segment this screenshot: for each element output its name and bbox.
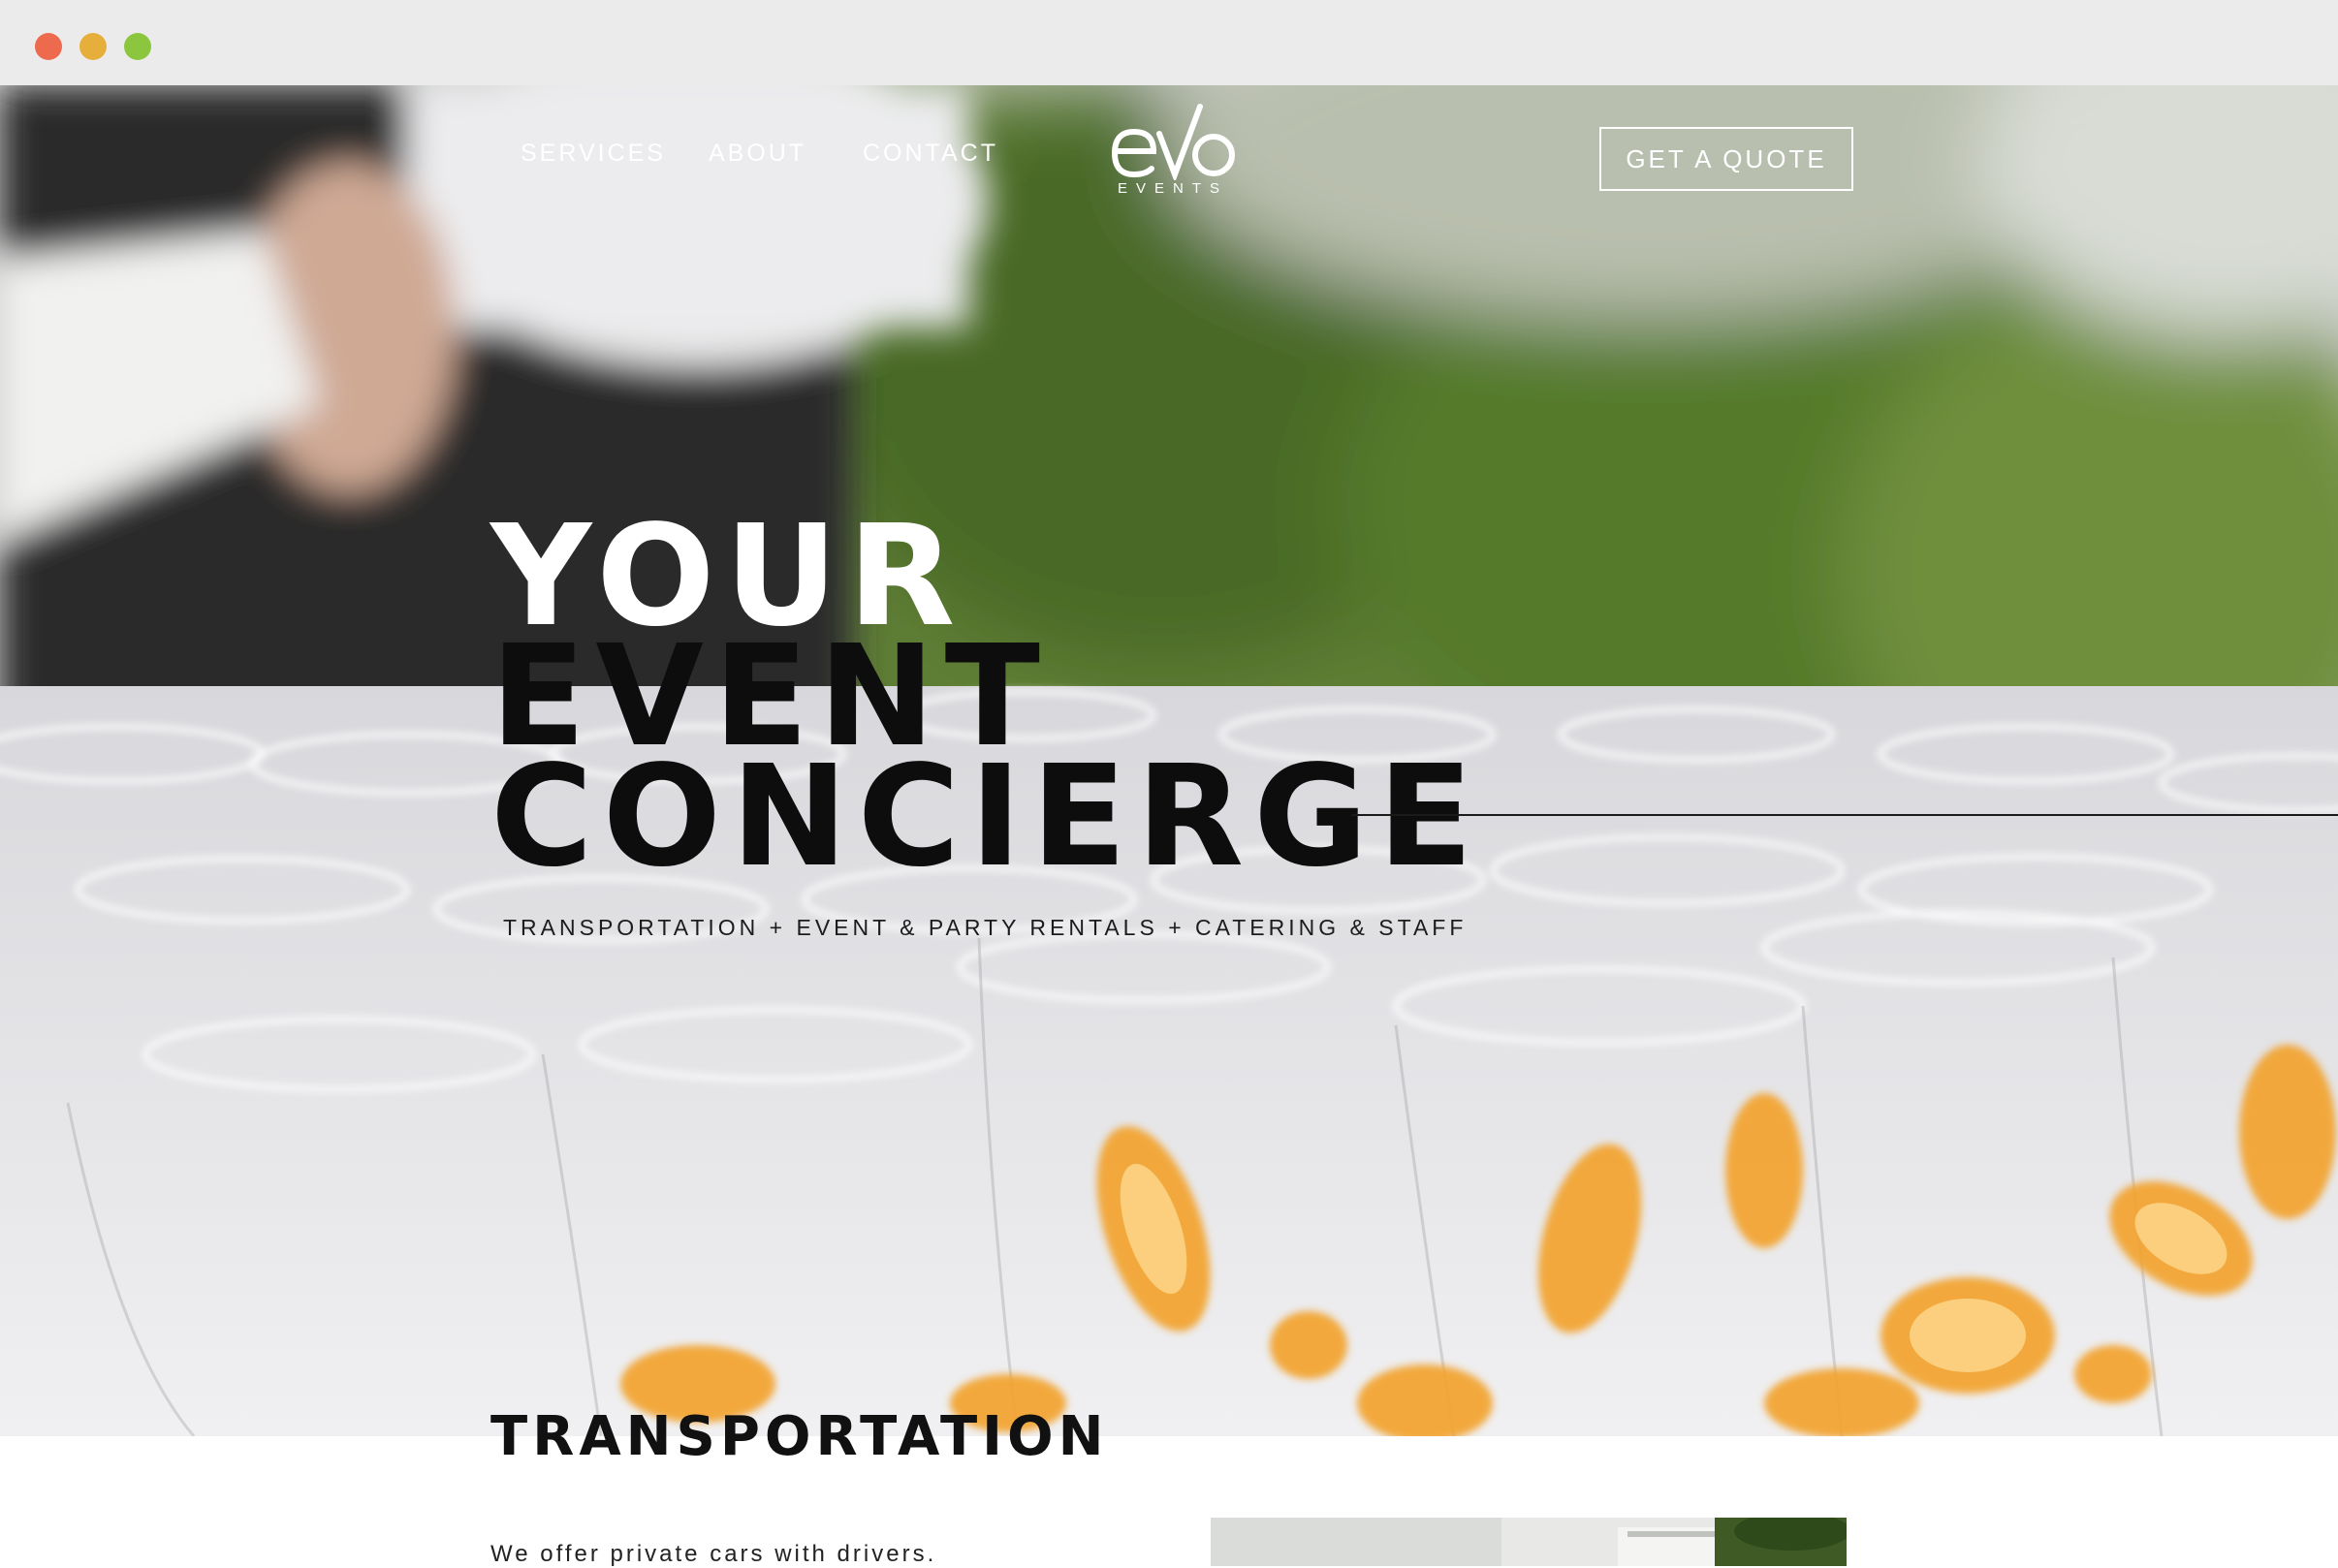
minimize-window-button[interactable] — [79, 33, 107, 60]
evo-events-logo[interactable]: EVENTS — [1105, 101, 1241, 207]
hero-section: SERVICES ABOUT CONTACT EVENTS GET A QUOT… — [0, 85, 2338, 1436]
hero-tagline: TRANSPORTATION + EVENT & PARTY RENTALS +… — [503, 915, 1468, 940]
nav-link-services[interactable]: SERVICES — [521, 140, 666, 168]
section-title-transportation: TRANSPORTATION — [490, 1405, 1109, 1468]
hero-headline-line-3: CONCIERGE — [490, 735, 1483, 897]
section-description: We offer private cars with drivers. — [490, 1541, 937, 1567]
maximize-window-button[interactable] — [124, 33, 151, 60]
close-window-button[interactable] — [35, 33, 62, 60]
nav-link-about[interactable]: ABOUT — [709, 140, 806, 168]
window-titlebar — [0, 0, 2338, 85]
transportation-image — [1211, 1518, 1847, 1566]
headline-divider-line — [1351, 814, 2338, 816]
get-a-quote-button[interactable]: GET A QUOTE — [1599, 127, 1853, 191]
nav-link-contact[interactable]: CONTACT — [863, 140, 998, 168]
logo-subtitle: EVENTS — [1117, 180, 1228, 197]
evo-logo-mark — [1111, 104, 1235, 183]
